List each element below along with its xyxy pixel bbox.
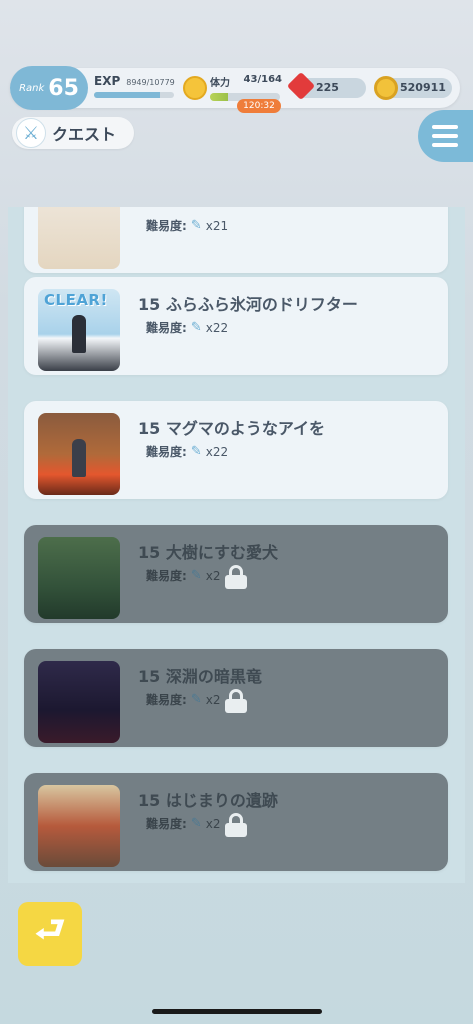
clear-badge: CLEAR! [44,291,108,309]
quest-card-locked[interactable]: 15 深淵の暗黒竜 難易度: ✎ x2 [24,649,448,747]
exp-bar-fill [94,92,161,98]
stamina-value: 43/164 [243,74,282,85]
stamina-timer: 120:32 [237,99,281,113]
gem-value: 225 [316,81,339,94]
quest-thumbnail [38,537,120,619]
rank-badge: Rank 65 [10,66,88,110]
quest-thumbnail [38,785,120,867]
tab-quest-label: クエスト [52,125,117,144]
gold-coin-icon [374,76,398,100]
stamina-label: 体力 [210,78,230,89]
quest-title: 15 ふらふら氷河のドリフター [138,295,358,314]
stamina-bar-fill [210,93,229,101]
coin-value: 520911 [400,81,446,94]
quest-title: 15 深淵の暗黒竜 [138,667,262,686]
exp-label: EXP [94,74,121,88]
lock-icon [225,813,247,837]
feather-icon: ✎ [190,320,202,335]
exp-bar [94,92,174,98]
exp-meter: EXP 8949/10779 [94,74,175,98]
difficulty: 難易度: ✎ x22 [146,320,229,335]
lock-icon [225,565,247,589]
difficulty: 難易度: ✎ x2 [146,692,221,707]
feather-icon: ✎ [190,444,202,459]
rank-label: Rank [19,82,45,94]
sword-icon: ⚔ [16,118,46,148]
quest-card[interactable]: 難易度: ✎ x21 [24,207,448,273]
rank-value: 65 [48,75,79,101]
quest-thumbnail [38,661,120,743]
stamina-meter[interactable]: 体力 43/164 [210,74,282,101]
quest-title: 15 マグマのようなアイを [138,419,326,438]
quest-title: 15 大樹にすむ愛犬 [138,543,278,562]
stamina-icon [183,76,207,100]
difficulty: 難易度: ✎ x2 [146,816,221,831]
difficulty: 難易度: ✎ x2 [146,568,221,583]
difficulty: 難易度: ✎ x21 [146,218,229,233]
quest-thumbnail [38,207,120,269]
quest-card-locked[interactable]: 15 大樹にすむ愛犬 難易度: ✎ x2 [24,525,448,623]
feather-icon: ✎ [190,218,202,233]
quest-list[interactable]: 難易度: ✎ x21 CLEAR! 15 ふらふら氷河のドリフター 難易度: ✎… [8,207,465,883]
home-indicator[interactable] [152,1009,322,1014]
menu-button[interactable] [418,110,473,162]
feather-icon: ✎ [190,568,202,583]
back-button[interactable]: ⮐ [18,902,82,966]
tab-quest[interactable]: ⚔ クエスト [12,117,134,149]
quest-card[interactable]: CLEAR! 15 ふらふら氷河のドリフター 難易度: ✎ x22 [24,277,448,375]
difficulty: 難易度: ✎ x22 [146,444,229,459]
return-arrow-icon: ⮐ [34,909,66,950]
quest-thumbnail [38,413,120,495]
quest-card[interactable]: 15 マグマのようなアイを 難易度: ✎ x22 [24,401,448,499]
exp-value: 8949/10779 [126,78,175,87]
quest-title: 15 はじまりの遺跡 [138,791,278,810]
quest-card-locked[interactable]: 15 はじまりの遺跡 難易度: ✎ x2 [24,773,448,871]
lock-icon [225,689,247,713]
hamburger-menu-icon [432,125,458,129]
feather-icon: ✎ [190,816,202,831]
feather-icon: ✎ [190,692,202,707]
quest-thumbnail: CLEAR! [38,289,120,371]
